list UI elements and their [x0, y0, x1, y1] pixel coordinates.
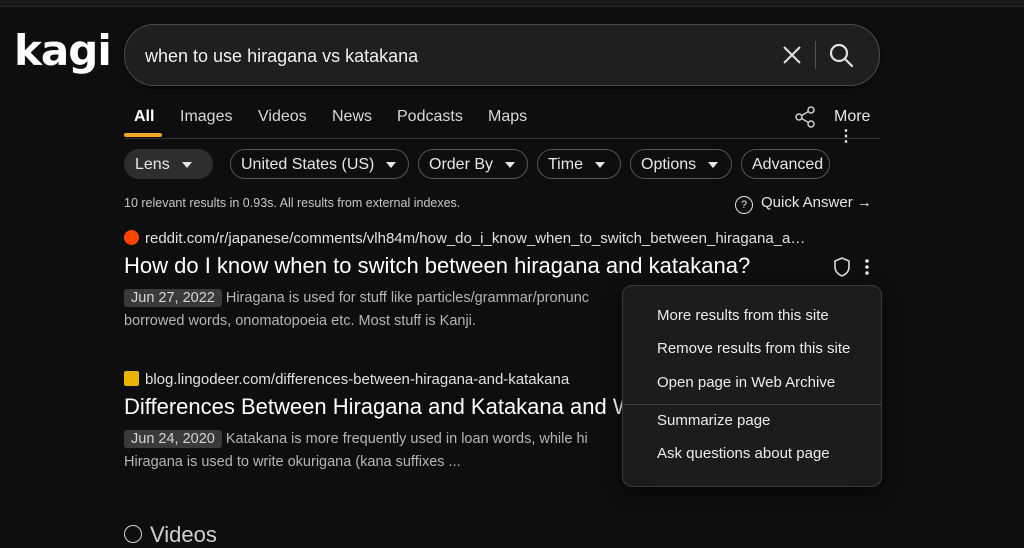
more-tabs-button[interactable]: More ⋮: [834, 108, 880, 146]
more-label: More: [834, 108, 871, 125]
tab-news[interactable]: News: [332, 108, 372, 126]
caret-down-icon: [594, 161, 605, 168]
tab-maps[interactable]: Maps: [488, 108, 527, 126]
play-circle-icon: [124, 525, 142, 543]
search-bar[interactable]: [124, 24, 880, 86]
filter-label: Lens: [135, 156, 170, 173]
question-circle-icon: ?: [735, 196, 753, 214]
result-url: reddit.com/r/japanese/comments/vlh84m/ho…: [145, 230, 806, 247]
caret-down-icon: [505, 161, 516, 168]
kagi-logo[interactable]: kagi: [14, 26, 112, 75]
search-input[interactable]: [143, 41, 747, 71]
shield-icon[interactable]: [832, 256, 852, 278]
more-vertical-dots-icon: ⋮: [838, 128, 854, 145]
lingodeer-favicon-icon: [124, 371, 139, 386]
filter-label: United States (US): [241, 156, 375, 173]
snippet-line-1: Hiragana is used for stuff like particle…: [225, 290, 590, 306]
tab-images[interactable]: Images: [180, 108, 232, 126]
clear-search-icon[interactable]: [779, 42, 805, 68]
result-snippet: Jun 24, 2020 Katakana is more frequently …: [124, 428, 634, 474]
caret-down-icon: [386, 161, 397, 168]
result-url-row[interactable]: reddit.com/r/japanese/comments/vlh84m/ho…: [124, 230, 805, 247]
snippet-line-2: Hiragana is used to write okurigana (kan…: [124, 454, 461, 470]
result-date: Jun 27, 2022: [124, 289, 222, 307]
active-tab-indicator: [124, 133, 162, 137]
filter-lens[interactable]: Lens: [124, 149, 213, 179]
videos-heading-label: Videos: [150, 522, 217, 547]
tab-all[interactable]: All: [134, 108, 154, 126]
menu-more-results-from-site[interactable]: More results from this site: [657, 307, 829, 324]
caret-down-icon: [708, 161, 719, 168]
filter-label: Time: [548, 156, 583, 173]
videos-section-heading[interactable]: Videos: [124, 522, 217, 548]
browser-top-strip: [0, 0, 1024, 7]
filter-time[interactable]: Time: [537, 149, 621, 179]
filter-advanced[interactable]: Advanced: [741, 149, 830, 179]
menu-divider: [623, 404, 881, 405]
filter-options[interactable]: Options: [630, 149, 732, 179]
result-date: Jun 24, 2020: [124, 430, 222, 448]
filter-order-by[interactable]: Order By: [418, 149, 528, 179]
result-url-row[interactable]: blog.lingodeer.com/differences-between-h…: [124, 371, 634, 388]
search-result: blog.lingodeer.com/differences-between-h…: [124, 371, 634, 474]
result-title[interactable]: How do I know when to switch between hir…: [124, 253, 805, 279]
search-tabs: All Images Videos News Podcasts Maps Mor…: [124, 104, 880, 145]
filter-label: Options: [641, 156, 697, 173]
menu-open-in-web-archive[interactable]: Open page in Web Archive: [657, 374, 835, 391]
filter-label: Order By: [429, 156, 494, 173]
share-icon[interactable]: [794, 106, 816, 128]
search-separator: [815, 41, 816, 69]
reddit-favicon-icon: [124, 230, 139, 245]
results-stats: 10 relevant results in 0.93s. All result…: [124, 196, 461, 210]
snippet-line-2: borrowed words, onomatopoeia etc. Most s…: [124, 313, 476, 329]
result-url: blog.lingodeer.com/differences-between-h…: [145, 371, 570, 388]
tab-videos[interactable]: Videos: [258, 108, 307, 126]
menu-remove-results-from-site[interactable]: Remove results from this site: [657, 340, 850, 357]
tab-podcasts[interactable]: Podcasts: [397, 108, 463, 126]
result-context-menu: More results from this site Remove resul…: [622, 285, 882, 487]
quick-answer-label: Quick Answer →: [761, 194, 872, 211]
result-menu-dots-icon[interactable]: [860, 256, 874, 278]
snippet-line-1: Katakana is more frequently used in loan…: [225, 431, 588, 447]
search-icon[interactable]: [825, 39, 857, 71]
caret-down-icon: [181, 161, 192, 168]
menu-summarize-page[interactable]: Summarize page: [657, 412, 770, 429]
filter-region[interactable]: United States (US): [230, 149, 409, 179]
quick-answer-button[interactable]: ? Quick Answer →: [735, 194, 872, 214]
result-title[interactable]: Differences Between Hiragana and Katakan…: [124, 394, 634, 420]
filter-label: Advanced: [752, 156, 824, 173]
menu-ask-questions-about-page[interactable]: Ask questions about page: [657, 445, 830, 462]
